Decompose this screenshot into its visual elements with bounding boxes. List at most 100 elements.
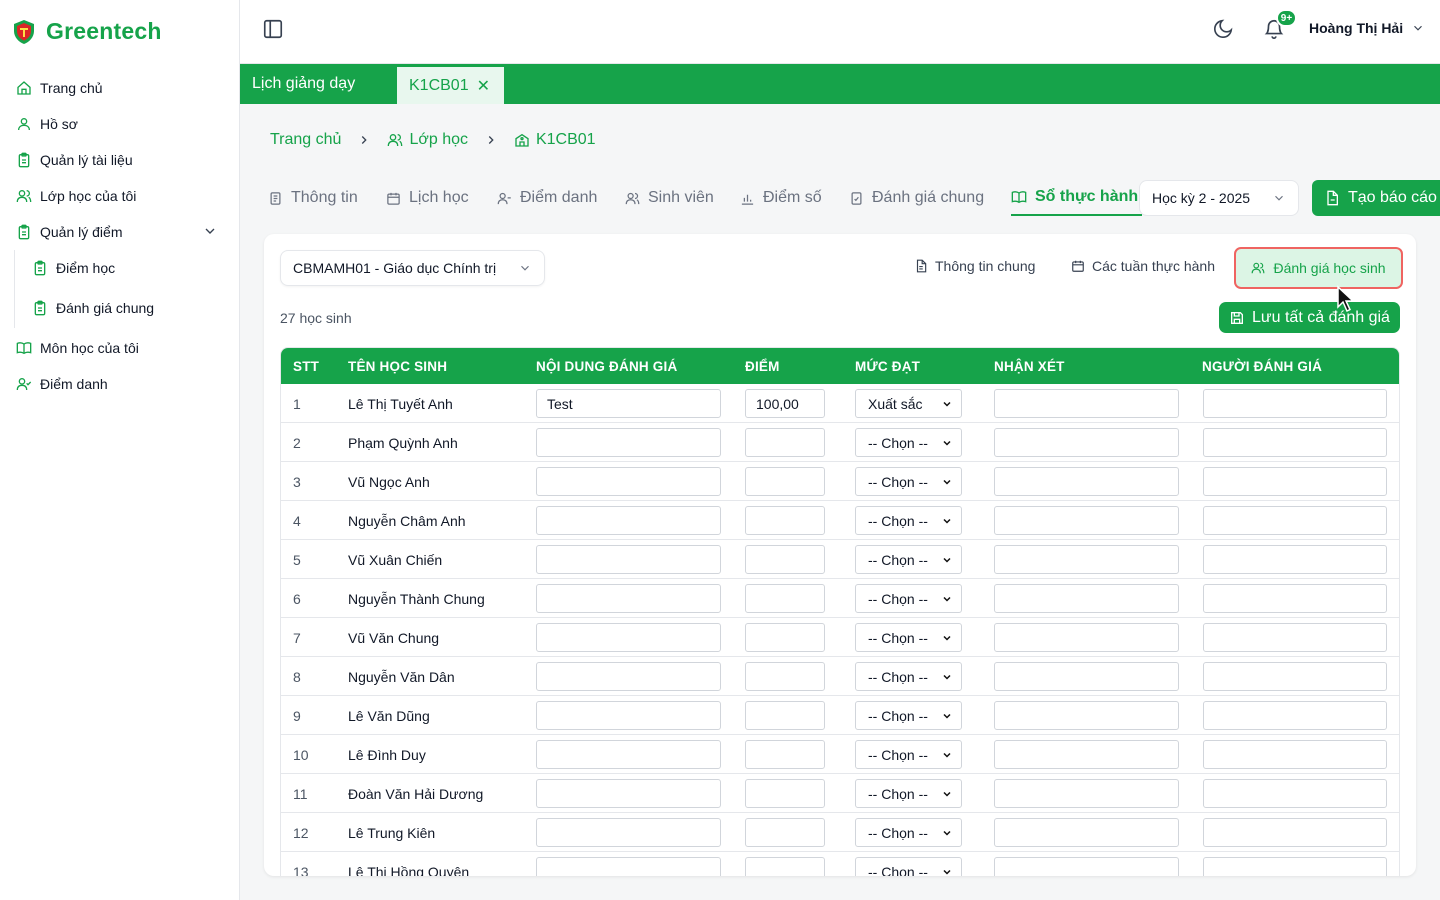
- evaluator-input[interactable]: [1203, 506, 1387, 535]
- evaluator-input[interactable]: [1203, 857, 1387, 876]
- comment-input[interactable]: [994, 857, 1179, 876]
- level-select[interactable]: -- Chọn --: [855, 818, 962, 847]
- tab-teaching-schedule[interactable]: Lịch giảng dạy: [252, 64, 355, 104]
- evaluate-students-button[interactable]: Đánh giá học sinh: [1234, 247, 1403, 289]
- evaluation-content-input[interactable]: [536, 623, 721, 652]
- level-select[interactable]: -- Chọn --: [855, 545, 962, 574]
- sidebar-item-general-evaluation[interactable]: Đánh giá chung: [32, 295, 154, 321]
- score-input[interactable]: [745, 662, 825, 691]
- sidebar-item-my-classes[interactable]: Lớp học của tôi: [16, 183, 136, 209]
- subtab-schedule[interactable]: Lịch học: [386, 180, 469, 216]
- comment-input[interactable]: [994, 779, 1179, 808]
- score-input[interactable]: [745, 506, 825, 535]
- evaluator-input[interactable]: [1203, 662, 1387, 691]
- sidebar-item-home[interactable]: Trang chủ: [16, 75, 103, 101]
- evaluation-content-input[interactable]: [536, 701, 721, 730]
- evaluator-input[interactable]: [1203, 779, 1387, 808]
- comment-input[interactable]: [994, 506, 1179, 535]
- subject-select[interactable]: CBMAMH01 - Giáo dục Chính trị: [280, 250, 545, 286]
- save-all-button[interactable]: Lưu tất cả đánh giá: [1219, 302, 1400, 333]
- level-select[interactable]: -- Chọn --: [855, 584, 962, 613]
- subtab-grades[interactable]: Điểm số: [740, 180, 822, 216]
- score-input[interactable]: [745, 428, 825, 457]
- comment-input[interactable]: [994, 701, 1179, 730]
- moon-icon[interactable]: [1212, 18, 1234, 40]
- evaluation-content-input[interactable]: [536, 857, 721, 876]
- score-input[interactable]: 100,00: [745, 389, 825, 418]
- breadcrumb-home[interactable]: Trang chủ: [270, 131, 341, 149]
- comment-input[interactable]: [994, 467, 1179, 496]
- level-select[interactable]: -- Chọn --: [855, 701, 962, 730]
- comment-input[interactable]: [994, 740, 1179, 769]
- evaluation-content-input[interactable]: [536, 428, 721, 457]
- sidebar-item-attendance[interactable]: Điểm danh: [16, 371, 108, 397]
- level-select[interactable]: -- Chọn --: [855, 623, 962, 652]
- comment-input[interactable]: [994, 545, 1179, 574]
- sidebar-item-label: Quản lý điểm: [40, 224, 123, 240]
- evaluator-input[interactable]: [1203, 467, 1387, 496]
- sidebar-item-grade-management[interactable]: Quản lý điểm: [16, 219, 122, 245]
- evaluation-content-input[interactable]: [536, 584, 721, 613]
- evaluation-content-input[interactable]: [536, 740, 721, 769]
- evaluator-input[interactable]: [1203, 428, 1387, 457]
- subtab-students[interactable]: Sinh viên: [625, 180, 714, 216]
- sidebar-item-profile[interactable]: Hồ sơ: [16, 111, 78, 137]
- user-menu[interactable]: Hoàng Thị Hải: [1309, 20, 1425, 36]
- score-input[interactable]: [745, 740, 825, 769]
- create-report-button[interactable]: Tạo báo cáo: [1312, 180, 1440, 216]
- level-select[interactable]: -- Chọn --: [855, 779, 962, 808]
- score-input[interactable]: [745, 701, 825, 730]
- evaluation-content-input[interactable]: [536, 467, 721, 496]
- evaluator-input[interactable]: [1203, 701, 1387, 730]
- score-input[interactable]: [745, 467, 825, 496]
- semester-select[interactable]: Học kỳ 2 - 2025: [1139, 180, 1299, 216]
- subtab-general-evaluation[interactable]: Đánh giá chung: [849, 180, 984, 216]
- sidebar-item-documents[interactable]: Quản lý tài liệu: [16, 147, 133, 173]
- score-input[interactable]: [745, 623, 825, 652]
- chevron-down-icon[interactable]: [202, 223, 218, 239]
- evaluation-content-input[interactable]: [536, 545, 721, 574]
- comment-input[interactable]: [994, 662, 1179, 691]
- sidebar-toggle-icon[interactable]: [262, 18, 284, 40]
- score-input[interactable]: [745, 857, 825, 876]
- comment-input[interactable]: [994, 584, 1179, 613]
- brand-logo[interactable]: Greentech: [12, 18, 162, 45]
- evaluation-content-input[interactable]: [536, 506, 721, 535]
- comment-input[interactable]: [994, 389, 1179, 418]
- score-input[interactable]: [745, 584, 825, 613]
- evaluation-content-input[interactable]: [536, 662, 721, 691]
- practice-weeks-link[interactable]: Các tuần thực hành: [1071, 258, 1215, 274]
- subtab-info[interactable]: Thông tin: [268, 180, 358, 216]
- evaluator-input[interactable]: [1203, 389, 1387, 418]
- evaluation-content-input[interactable]: [536, 779, 721, 808]
- level-select[interactable]: -- Chọn --: [855, 857, 962, 876]
- general-info-link[interactable]: Thông tin chung: [914, 258, 1035, 274]
- evaluation-content-input[interactable]: [536, 818, 721, 847]
- evaluator-input[interactable]: [1203, 818, 1387, 847]
- score-input[interactable]: [745, 545, 825, 574]
- subtab-practice-book[interactable]: Sổ thực hành: [1011, 180, 1143, 216]
- comment-input[interactable]: [994, 623, 1179, 652]
- student-name: Vũ Văn Chung: [348, 629, 440, 646]
- evaluator-input[interactable]: [1203, 623, 1387, 652]
- comment-input[interactable]: [994, 428, 1179, 457]
- score-input[interactable]: [745, 818, 825, 847]
- sidebar-item-my-subjects[interactable]: Môn học của tôi: [16, 335, 139, 361]
- level-select[interactable]: -- Chọn --: [855, 428, 962, 457]
- breadcrumb-classes[interactable]: Lớp học: [387, 131, 468, 149]
- tab-k1cb01[interactable]: K1CB01 ✕: [397, 67, 504, 104]
- subtab-attendance[interactable]: Điểm danh: [497, 180, 597, 216]
- evaluation-content-input[interactable]: Test: [536, 389, 721, 418]
- level-select[interactable]: -- Chọn --: [855, 662, 962, 691]
- close-icon[interactable]: ✕: [477, 76, 490, 96]
- level-select[interactable]: -- Chọn --: [855, 506, 962, 535]
- evaluator-input[interactable]: [1203, 545, 1387, 574]
- level-select[interactable]: -- Chọn --: [855, 467, 962, 496]
- score-input[interactable]: [745, 779, 825, 808]
- sidebar-item-scores[interactable]: Điểm học: [32, 255, 115, 281]
- evaluator-input[interactable]: [1203, 584, 1387, 613]
- comment-input[interactable]: [994, 818, 1179, 847]
- level-select[interactable]: -- Chọn --: [855, 740, 962, 769]
- level-select[interactable]: Xuất sắc: [855, 389, 962, 418]
- evaluator-input[interactable]: [1203, 740, 1387, 769]
